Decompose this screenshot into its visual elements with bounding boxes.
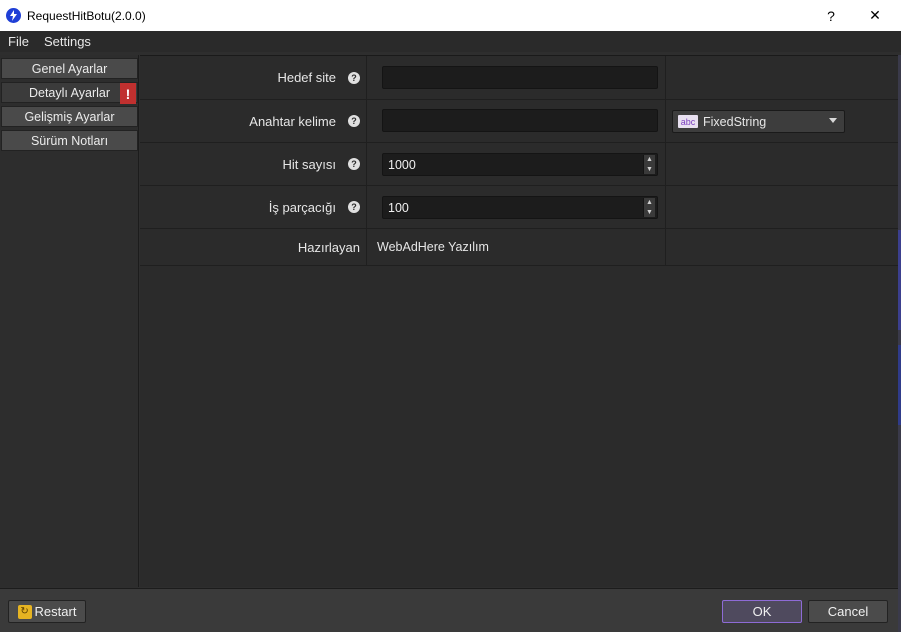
title-bar: RequestHitBotu(2.0.0) ? ✕ [0,0,901,31]
sidebar-item-surum-notlari[interactable]: Sürüm Notları [1,130,138,151]
help-icon[interactable]: ? [348,71,360,84]
hit-sayisi-spinbox[interactable]: 1000 ▲ ▼ [382,153,658,176]
dropdown-value: FixedString [703,114,767,129]
spin-up-icon[interactable]: ▲ [644,155,655,165]
string-type-icon: abc [678,115,698,128]
cancel-button[interactable]: Cancel [808,600,888,623]
field-label: Hedef site [277,70,336,85]
spin-up-icon[interactable]: ▲ [644,198,655,208]
close-button[interactable]: ✕ [852,0,898,31]
spinbox-value: 100 [388,200,409,215]
spinbox-value: 1000 [388,157,416,172]
settings-panel: Hedef site ? Anahtar kelime ? abc FixedS… [140,55,898,587]
spin-down-icon[interactable]: ▼ [644,165,655,175]
restart-label: Restart [34,604,77,619]
anahtar-kelime-input[interactable] [382,109,658,132]
sidebar: Genel Ayarlar Detaylı Ayarlar ! Gelişmiş… [0,55,139,587]
sidebar-item-detayli-ayarlar[interactable]: Detaylı Ayarlar ! [1,82,138,104]
field-label: Hazırlayan [297,239,360,255]
spin-buttons: ▲ ▼ [643,155,655,174]
footer-bar: ↻ Restart OK Cancel [0,588,898,632]
field-label: Anahtar kelime [249,113,336,129]
chevron-down-icon [829,118,837,123]
sidebar-item-gelismis-ayarlar[interactable]: Gelişmiş Ayarlar [1,106,138,127]
field-label: İş parçacığı [268,199,336,215]
hedef-site-input[interactable] [382,66,658,89]
sidebar-item-label: Genel Ayarlar [31,61,108,76]
menu-file[interactable]: File [0,34,36,49]
match-mode-dropdown[interactable]: abc FixedString [672,110,845,133]
help-icon[interactable]: ? [348,201,360,213]
sidebar-item-label: Sürüm Notları [30,133,109,148]
row-anahtar-kelime: Anahtar kelime ? abc FixedString [140,100,898,143]
row-hazirlayan: Hazırlayan WebAdHere Yazılım [140,229,898,266]
sidebar-item-label: Detaylı Ayarlar [28,85,111,100]
window-title: RequestHitBotu(2.0.0) [27,8,146,23]
spin-down-icon[interactable]: ▼ [644,208,655,218]
app-icon [6,8,21,23]
help-button[interactable]: ? [808,0,854,31]
row-hedef-site: Hedef site ? [140,56,898,100]
warning-icon: ! [120,83,136,104]
sidebar-item-genel-ayarlar[interactable]: Genel Ayarlar [1,58,138,79]
menu-bar: File Settings [0,31,901,52]
is-parcacigi-spinbox[interactable]: 100 ▲ ▼ [382,196,658,219]
restart-icon: ↻ [17,604,32,619]
field-label: Hit sayısı [282,156,336,172]
row-hit-sayisi: Hit sayısı ? 1000 ▲ ▼ [140,143,898,186]
help-icon[interactable]: ? [348,158,360,170]
restart-button[interactable]: ↻ Restart [8,600,86,623]
row-is-parcacigi: İş parçacığı ? 100 ▲ ▼ [140,186,898,229]
author-value: WebAdHere Yazılım [377,240,489,254]
spin-buttons: ▲ ▼ [643,198,655,217]
help-icon[interactable]: ? [348,115,360,127]
menu-settings[interactable]: Settings [36,34,98,49]
ok-button[interactable]: OK [722,600,802,623]
sidebar-item-label: Gelişmiş Ayarlar [24,109,115,124]
